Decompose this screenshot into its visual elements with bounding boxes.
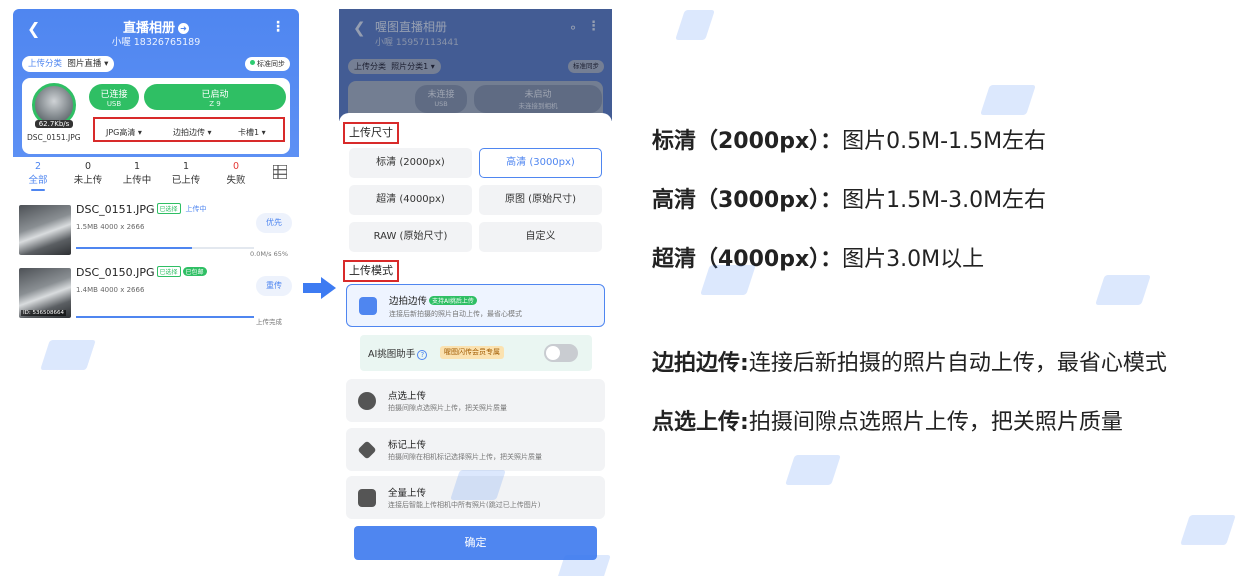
size-option-uhd[interactable]: 超清 (4000px) [349,185,472,215]
category-selector[interactable]: 上传分类 图片直播 ▾ [22,56,115,72]
mode-title: 边拍边传 支持AI挑后上传 [389,293,477,307]
photo-meta: 1.5MB 4000 x 2666 [76,223,145,231]
mode-title: 点选上传 [388,391,427,402]
start-button[interactable]: 已启动 Z 9 [144,84,286,110]
ai-toggle[interactable] [544,344,578,362]
photo-meta: 1.4MB 4000 x 2666 [76,286,145,294]
quality-dropdown[interactable]: JPG高清 ▾ [106,127,142,138]
user-subtitle: 小喔 18326765189 [111,37,201,48]
toggle-knob [546,346,560,360]
layers-icon [358,489,376,507]
list-item[interactable]: ID: 536508664 DSC_0150.JPG 已选择 已包邮 1.4MB 4… [13,264,299,326]
current-file: DSC_0151.JPG [27,133,81,142]
note-size-uhd: 超清（4000px）：图片3.0M以上 [652,247,985,272]
photo-name: DSC_0151.JPG 已选择 上传中 [76,203,207,216]
progress-fill [76,247,192,249]
star-icon [357,440,377,460]
note-mode-auto: 边拍边传:连接后新拍摄的照片自动上传，最省心模式 [652,351,1167,376]
mode-desc: 拍摄间隙点选照片上传，把关照片质量 [388,404,507,412]
size-section-title: 上传尺寸 [343,122,399,144]
mode-option-all[interactable]: 全量上传 连接后智能上传相机中所有照片(跳过已上传图片) [346,476,605,519]
category-label: 上传分类 [28,59,63,69]
arrow-right-icon [303,277,336,299]
size-option-original[interactable]: 原图 (原始尺寸) [479,185,602,215]
left-phone-screen: ❮ 直播相册 ➜ 小喔 18326765189 ⋮ 上传分类 图片直播 ▾ 标准同… [13,9,299,331]
grid-view-icon[interactable] [273,165,287,179]
camera-icon [359,297,377,315]
category-value: 图片直播 [67,59,102,69]
progress-fill [76,316,254,318]
vip-badge: 喔图闪传会员专属 [440,346,504,359]
mode-desc: 拍摄间隙在相机标记选择照片上传，把关照片质量 [388,453,542,461]
size-option-raw[interactable]: RAW (原始尺寸) [349,222,472,252]
ai-label: AI挑图助手? [368,346,428,360]
modal-overlay [339,9,612,121]
size-option-hd[interactable]: 高清 (3000px) [479,148,602,178]
connect-button[interactable]: 已连接 USB [89,84,139,110]
size-option-custom[interactable]: 自定义 [479,222,602,252]
upload-status: 上传完成 [256,318,282,326]
note-size-sd: 标清（2000px）：图片0.5M-1.5M左右 [652,129,1047,154]
hand-tap-icon [358,392,376,410]
note-mode-select: 点选上传:拍摄间隙点选照片上传，把关照片质量 [652,410,1123,435]
help-icon[interactable]: ? [417,350,428,360]
confirm-button[interactable]: 确定 [354,526,597,560]
upload-speed: 62.7Kb/s [35,120,73,128]
caret-down-icon: ▾ [104,59,109,69]
tab-failed[interactable]: 0 失败 [216,161,256,186]
tab-not-uploaded[interactable]: 0 未上传 [68,161,108,186]
priority-button[interactable]: 优先 [256,213,292,233]
tab-all[interactable]: 2 全部 [18,161,58,186]
active-tab-indicator [31,189,45,191]
tab-uploaded[interactable]: 1 已上传 [166,161,206,186]
progress-bar [76,247,254,249]
size-option-sd[interactable]: 标清 (2000px) [349,148,472,178]
mode-option-select[interactable]: 点选上传 拍摄间隙点选照片上传，把关照片质量 [346,379,605,422]
more-icon[interactable]: ⋮ [271,19,285,35]
photo-thumbnail [19,205,71,255]
right-phone-screen: ❮ 喔图直播相册 小喔 15957113441 ⚬ ⋮ 上传分类 照片分类1 ▾… [339,9,612,567]
photo-id: ID: 536508664 [21,310,66,316]
photo-name: DSC_0150.JPG 已选择 已包邮 [76,266,207,279]
info-icon[interactable]: ➜ [178,23,189,34]
reupload-button[interactable]: 重传 [256,276,292,296]
list-item[interactable]: DSC_0151.JPG 已选择 上传中 1.5MB 4000 x 2666 优先 … [13,201,299,261]
mode-section-title: 上传模式 [343,260,399,282]
note-size-hd: 高清（3000px）：图片1.5M-3.0M左右 [652,188,1047,213]
upload-speed-status: 0.0M/s 65% [250,250,289,258]
mode-option-auto[interactable]: 边拍边传 支持AI挑后上传 连接后新拍摄的照片自动上传，最省心模式 [346,284,605,327]
status-dot-icon [250,60,255,65]
slot-dropdown[interactable]: 卡槽1 ▾ [238,127,266,138]
mode-option-mark[interactable]: 标记上传 拍摄间隙在相机标记选择照片上传，把关照片质量 [346,428,605,471]
ai-assistant-row: AI挑图助手? 喔图闪传会员专属 [360,335,592,371]
mode-dropdown[interactable]: 边拍边传 ▾ [173,127,212,138]
mode-desc: 连接后新拍摄的照片自动上传，最省心模式 [389,310,522,318]
progress-bar [76,316,254,318]
status-tabs: 2 全部 0 未上传 1 上传中 1 已上传 0 失败 [13,161,299,191]
mode-desc: 连接后智能上传相机中所有照片(跳过已上传图片) [388,501,541,509]
sync-badge[interactable]: 标准同步 [245,57,290,71]
mode-title: 全量上传 [388,488,427,499]
mode-title: 标记上传 [388,440,427,451]
tab-uploading[interactable]: 1 上传中 [117,161,157,186]
